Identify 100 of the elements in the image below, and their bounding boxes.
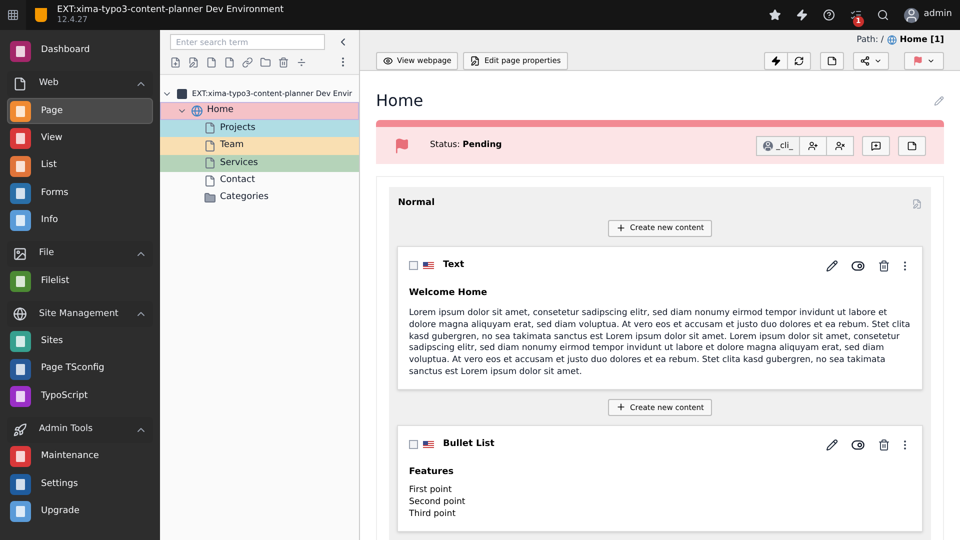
element-header: Welcome Home <box>409 286 488 300</box>
toolbar-icon[interactable] <box>260 56 271 68</box>
module-group-header[interactable]: Site Management <box>7 301 153 328</box>
page-icon <box>204 174 216 187</box>
toolbar-icon[interactable] <box>170 56 181 68</box>
module-label: Settings <box>41 478 78 491</box>
group-label: Admin Tools <box>39 422 94 436</box>
module-label: Maintenance <box>41 450 99 464</box>
flag-icon <box>913 56 923 66</box>
flag-icon <box>394 138 410 154</box>
share-button[interactable] <box>853 52 889 70</box>
flash-button[interactable] <box>764 52 788 70</box>
page-icon <box>204 140 216 152</box>
module-item[interactable]: Filelist <box>7 268 153 294</box>
status-button[interactable] <box>904 52 944 70</box>
tree-item[interactable]: Home <box>160 102 359 120</box>
assignee-button[interactable]: _cli_ <box>756 136 800 156</box>
list-item: Second point <box>409 497 466 509</box>
toolbar-icon[interactable] <box>206 56 217 68</box>
globe-icon <box>886 35 897 45</box>
group-label: File <box>39 247 56 260</box>
module-item[interactable]: View <box>7 126 153 152</box>
plus-icon <box>616 223 626 233</box>
module-label: Page <box>41 104 63 118</box>
edit-icon[interactable] <box>826 438 838 451</box>
eye-icon <box>383 56 393 66</box>
folder-icon <box>204 192 216 204</box>
globe-icon <box>191 105 203 118</box>
search-field[interactable]: Enter search term <box>170 34 326 50</box>
assign-button[interactable] <box>800 136 827 156</box>
task-list-icon[interactable] <box>850 9 862 21</box>
unassign-button[interactable] <box>827 136 854 156</box>
module-item[interactable]: Maintenance <box>7 444 153 470</box>
app-menu-icon[interactable] <box>7 9 19 21</box>
content-type-icon <box>409 440 418 450</box>
tree-label: Team <box>220 139 244 152</box>
tree-item[interactable]: Services <box>160 154 359 172</box>
toolbar-icon[interactable] <box>188 56 199 68</box>
caret-icon <box>874 57 882 65</box>
module-group-header[interactable]: Admin Tools <box>7 416 153 443</box>
search-icon[interactable] <box>876 9 889 21</box>
module-label: Page TSconfig <box>41 362 104 376</box>
reload-icon <box>794 56 804 66</box>
lightning-icon <box>771 56 781 66</box>
flag-icon <box>423 262 434 270</box>
page-icon <box>204 122 216 134</box>
tree-label: Home <box>207 104 234 118</box>
tree-item[interactable]: Contact <box>160 172 359 190</box>
module-label: Upgrade <box>41 504 80 518</box>
lightning-icon[interactable] <box>796 9 808 21</box>
module-item[interactable]: Settings <box>7 471 153 498</box>
module-label: Dashboard <box>41 44 90 58</box>
note-button[interactable] <box>898 136 926 156</box>
group-label: Site Management <box>39 308 120 321</box>
module-item[interactable]: Info <box>7 208 153 234</box>
module-label: TypoScript <box>41 390 88 403</box>
module-item[interactable]: Page <box>7 98 153 124</box>
note-icon <box>827 56 837 66</box>
share-icon <box>860 56 870 66</box>
module-item[interactable]: Upgrade <box>7 498 153 525</box>
module-item[interactable]: TypoScript <box>7 384 153 410</box>
plus-icon <box>616 402 626 412</box>
module-group-header[interactable]: Web <box>7 71 153 97</box>
note-button[interactable] <box>820 52 844 70</box>
toolbar-icon[interactable] <box>296 56 307 68</box>
module-label: Sites <box>41 334 63 348</box>
element-paragraph: Lorem ipsum dolor sit amet, consetetur sadipscing elitr, sed diam nonumy eirmod tempor invidunt ut labore et dolore magna aliquyam erat, sed diam voluptua. At vero eos et accusam et justo duo dolores et ea rebum. Stet clita kasd gubergren, no sea takimata sanctus est Lorem ipsum dolor sit amet. Lorem ipsum dolor sit amet, consetetur sadipscing elitr, sed diam nonumy eirmod tempor invidunt ut labore et dolore magna aliquyam erat, sed diam voluptua. At vero eos et accusam et justo duo dolores et ea rebum. Stet clita kasd gubergren, no sea takimata sanctus est Lorem ipsum dolor sit amet. <box>409 308 911 379</box>
page-icon <box>204 157 216 170</box>
module-item[interactable]: Sites <box>7 328 153 355</box>
trash-icon[interactable] <box>878 260 890 272</box>
toggle-icon[interactable] <box>851 258 865 272</box>
user-plus-icon <box>808 140 818 150</box>
avatar-icon[interactable] <box>904 8 919 22</box>
user-name[interactable]: admin <box>924 8 952 22</box>
tree-item[interactable]: Categories <box>160 189 359 207</box>
trash-icon[interactable] <box>878 438 890 451</box>
reload-button[interactable] <box>788 52 811 70</box>
flag-icon <box>423 440 434 449</box>
help-icon[interactable] <box>822 9 835 21</box>
site-title: EXT:xima-typo3-content-planner Dev Environment <box>57 5 284 15</box>
element-type-label: Text <box>443 258 466 272</box>
bookmark-icon[interactable] <box>768 9 781 21</box>
module-item[interactable]: List <box>7 153 153 180</box>
edit-icon[interactable] <box>826 260 838 272</box>
module-item[interactable]: Page TSconfig <box>7 356 153 382</box>
module-label: Forms <box>41 186 68 200</box>
toolbar-icon[interactable] <box>242 56 253 68</box>
toolbar-icon[interactable] <box>278 56 289 68</box>
comment-button[interactable] <box>862 136 890 156</box>
note-icon <box>907 140 917 150</box>
module-item[interactable]: Dashboard <box>7 38 153 64</box>
module-item[interactable]: Forms <box>7 180 153 207</box>
path-label: Path: / <box>856 34 884 46</box>
list-item: First point <box>409 485 453 498</box>
toggle-icon[interactable] <box>851 438 865 452</box>
module-group-header[interactable]: File <box>7 240 153 267</box>
toolbar-icon[interactable] <box>224 56 235 68</box>
page-icon <box>13 77 27 91</box>
tree-item[interactable]: Projects <box>160 120 359 138</box>
tree-item[interactable]: Team <box>160 137 359 155</box>
